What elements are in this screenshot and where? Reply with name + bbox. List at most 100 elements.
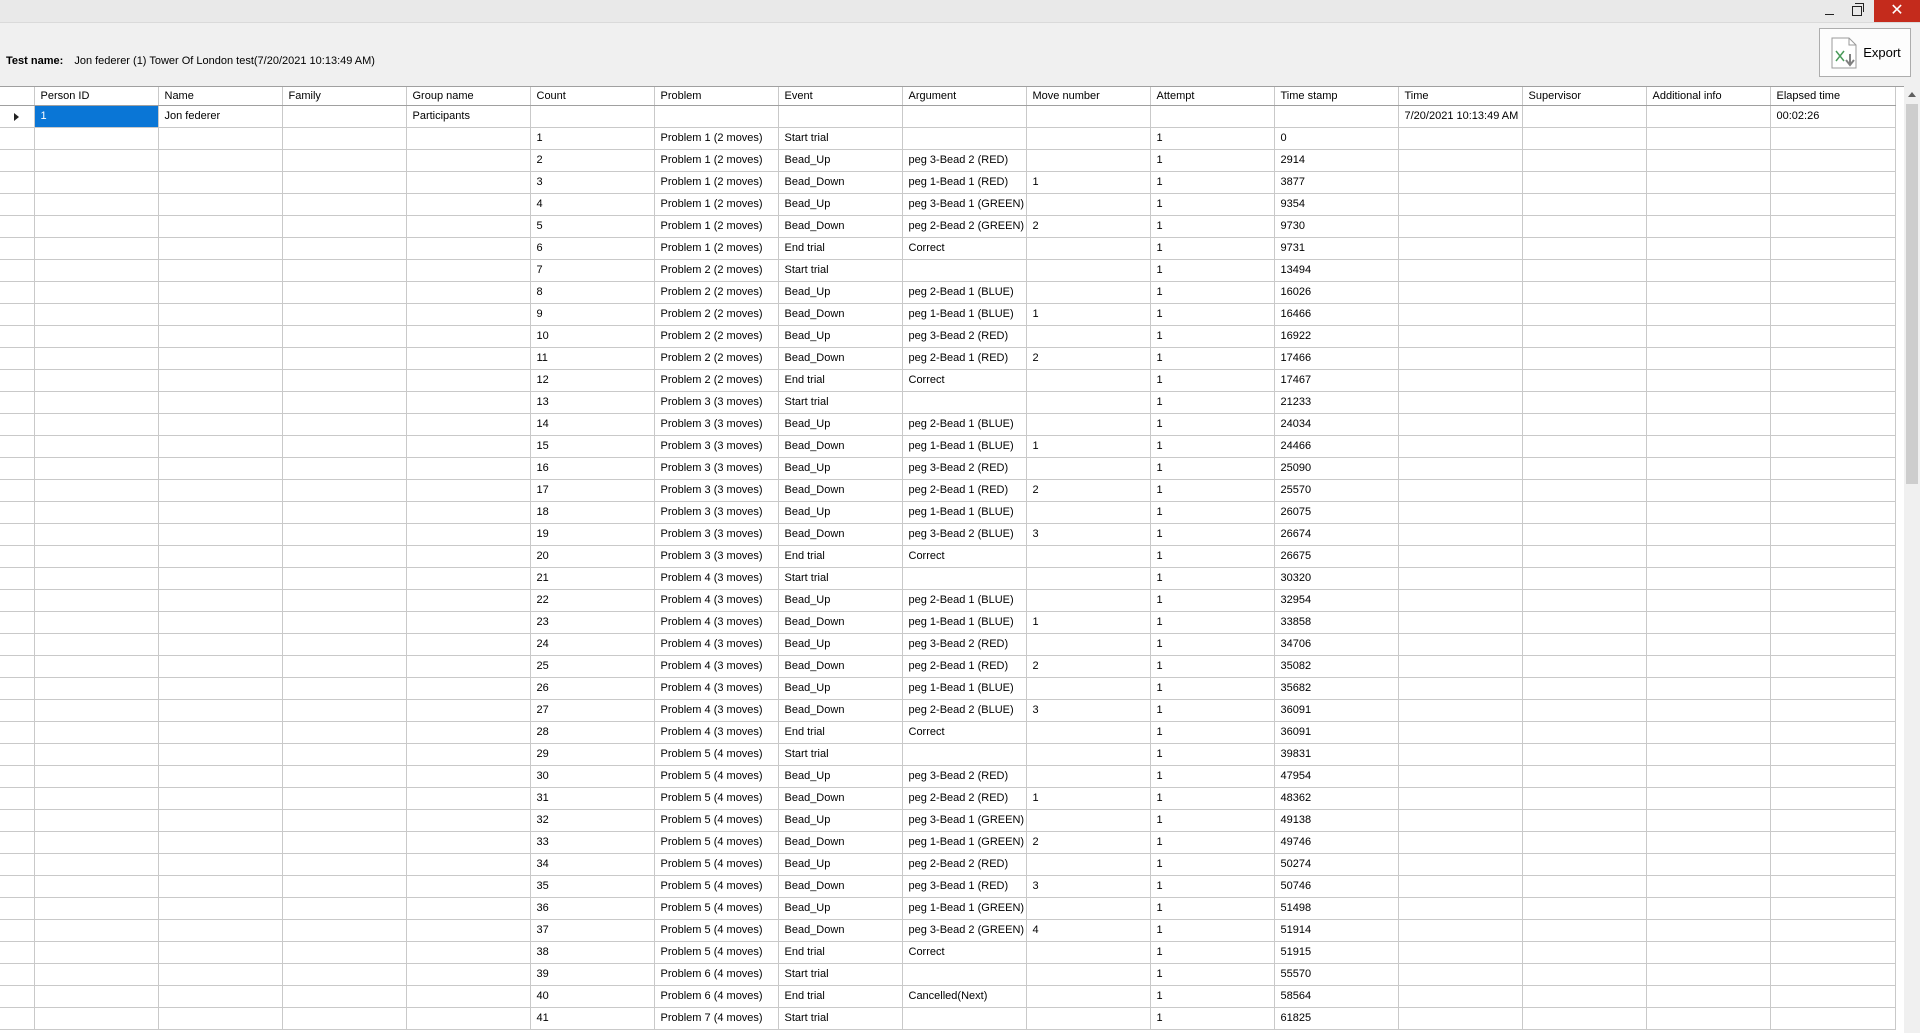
table-cell[interactable] xyxy=(1398,193,1523,216)
row-header[interactable] xyxy=(0,237,35,260)
column-header[interactable]: Supervisor xyxy=(1522,87,1647,106)
table-cell[interactable] xyxy=(1770,171,1896,194)
table-cell[interactable]: Bead_Down xyxy=(778,787,903,810)
table-cell[interactable] xyxy=(282,501,407,524)
table-cell[interactable]: 23 xyxy=(530,611,655,634)
table-row[interactable]: 11 Problem 2 (2 moves) Bead_Down peg 2-Bead… xyxy=(0,347,1896,370)
table-cell[interactable] xyxy=(158,897,283,920)
table-cell[interactable] xyxy=(1770,655,1896,678)
table-cell[interactable]: 25 xyxy=(530,655,655,678)
table-cell[interactable] xyxy=(902,567,1027,590)
table-cell[interactable] xyxy=(1398,897,1523,920)
table-cell[interactable] xyxy=(1522,589,1647,612)
table-cell[interactable] xyxy=(1770,127,1896,150)
table-cell[interactable] xyxy=(1522,787,1647,810)
table-cell[interactable] xyxy=(406,369,531,392)
row-header[interactable] xyxy=(0,281,35,304)
table-cell[interactable] xyxy=(1398,589,1523,612)
table-cell[interactable] xyxy=(1398,413,1523,436)
table-cell[interactable] xyxy=(1026,369,1151,392)
table-cell[interactable] xyxy=(34,501,159,524)
table-cell[interactable] xyxy=(1026,259,1151,282)
table-cell[interactable]: 1 xyxy=(1150,809,1275,832)
row-header[interactable] xyxy=(0,655,35,678)
table-cell[interactable] xyxy=(406,853,531,876)
table-cell[interactable] xyxy=(158,721,283,744)
table-cell[interactable]: peg 3-Bead 2 (RED) xyxy=(902,149,1027,172)
table-cell[interactable] xyxy=(1398,919,1523,942)
table-cell[interactable] xyxy=(1646,963,1771,986)
table-cell[interactable] xyxy=(1646,589,1771,612)
table-cell[interactable]: Bead_Down xyxy=(778,479,903,502)
table-cell[interactable] xyxy=(34,699,159,722)
table-cell[interactable] xyxy=(282,391,407,414)
table-cell[interactable] xyxy=(1646,677,1771,700)
row-header[interactable] xyxy=(0,457,35,480)
table-cell[interactable]: Problem 5 (4 moves) xyxy=(654,853,779,876)
table-cell[interactable]: 1 xyxy=(1150,699,1275,722)
table-cell[interactable] xyxy=(902,963,1027,986)
table-cell[interactable]: 40 xyxy=(530,985,655,1008)
table-row[interactable]: 28 Problem 4 (3 moves) End trial Correct 1 36… xyxy=(0,721,1896,744)
row-header[interactable] xyxy=(0,721,35,744)
table-cell[interactable]: 1 xyxy=(1150,457,1275,480)
export-button[interactable]: Export xyxy=(1819,28,1911,77)
table-cell[interactable] xyxy=(1522,1007,1647,1030)
table-cell[interactable]: 1 xyxy=(1150,325,1275,348)
table-cell[interactable] xyxy=(158,765,283,788)
table-cell[interactable]: Bead_Down xyxy=(778,699,903,722)
table-cell[interactable]: 16026 xyxy=(1274,281,1399,304)
table-cell[interactable] xyxy=(1770,743,1896,766)
table-cell[interactable]: 1 xyxy=(1026,787,1151,810)
table-cell[interactable] xyxy=(158,831,283,854)
table-cell[interactable] xyxy=(158,589,283,612)
table-cell[interactable]: 3 xyxy=(1026,523,1151,546)
table-cell[interactable] xyxy=(1398,457,1523,480)
table-cell[interactable] xyxy=(1646,171,1771,194)
table-cell[interactable] xyxy=(282,193,407,216)
row-header[interactable] xyxy=(0,413,35,436)
table-row[interactable]: 24 Problem 4 (3 moves) Bead_Up peg 3-Bead 2… xyxy=(0,633,1896,656)
table-cell[interactable] xyxy=(1522,611,1647,634)
table-cell[interactable]: Start trial xyxy=(778,567,903,590)
table-cell[interactable]: 55570 xyxy=(1274,963,1399,986)
table-cell[interactable]: 3 xyxy=(530,171,655,194)
table-cell[interactable]: Bead_Up xyxy=(778,149,903,172)
table-cell[interactable] xyxy=(1398,501,1523,524)
table-cell[interactable]: Bead_Up xyxy=(778,325,903,348)
row-header[interactable] xyxy=(0,127,35,150)
table-cell[interactable]: 1 xyxy=(1150,677,1275,700)
table-cell[interactable] xyxy=(1522,985,1647,1008)
table-cell[interactable]: Bead_Up xyxy=(778,589,903,612)
table-cell[interactable]: Start trial xyxy=(778,743,903,766)
table-cell[interactable] xyxy=(282,809,407,832)
table-cell[interactable] xyxy=(282,853,407,876)
table-cell[interactable] xyxy=(1398,765,1523,788)
row-header[interactable] xyxy=(0,633,35,656)
table-cell[interactable] xyxy=(1646,721,1771,744)
table-cell[interactable] xyxy=(1646,611,1771,634)
table-cell[interactable] xyxy=(282,831,407,854)
table-cell[interactable] xyxy=(1398,479,1523,502)
table-cell[interactable]: Problem 4 (3 moves) xyxy=(654,633,779,656)
table-cell[interactable] xyxy=(34,237,159,260)
table-cell[interactable] xyxy=(1770,193,1896,216)
table-cell[interactable] xyxy=(34,853,159,876)
row-header[interactable] xyxy=(0,589,35,612)
table-cell[interactable] xyxy=(1398,391,1523,414)
table-cell[interactable] xyxy=(406,149,531,172)
table-row[interactable]: 16 Problem 3 (3 moves) Bead_Up peg 3-Bead 2… xyxy=(0,457,1896,480)
table-cell[interactable] xyxy=(34,281,159,304)
table-cell[interactable]: 1 xyxy=(1150,831,1275,854)
table-cell[interactable] xyxy=(406,171,531,194)
table-cell[interactable]: Bead_Up xyxy=(778,809,903,832)
table-cell[interactable]: Start trial xyxy=(778,1007,903,1030)
table-cell[interactable]: 1 xyxy=(1150,281,1275,304)
table-cell[interactable] xyxy=(282,589,407,612)
table-cell[interactable] xyxy=(1522,897,1647,920)
row-header[interactable] xyxy=(0,193,35,216)
table-cell[interactable] xyxy=(654,105,779,128)
table-cell[interactable]: 2 xyxy=(1026,479,1151,502)
table-cell[interactable]: Bead_Up xyxy=(778,677,903,700)
table-cell[interactable]: 1 xyxy=(1150,941,1275,964)
